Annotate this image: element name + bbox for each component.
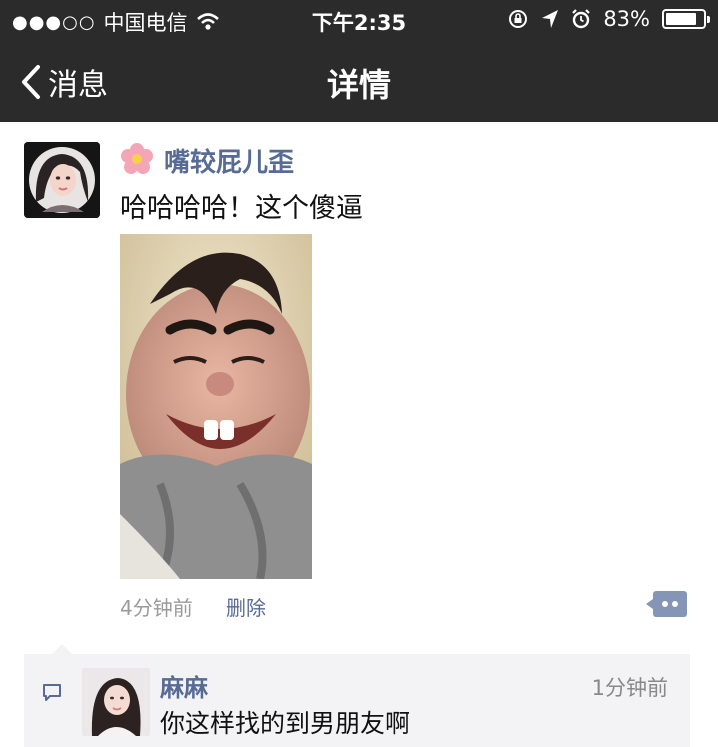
- poster-name[interactable]: 嘴较屁儿歪: [164, 142, 294, 179]
- comment-icon: [43, 684, 61, 701]
- orientation-lock-icon: [509, 10, 528, 28]
- more-options-icon[interactable]: [646, 591, 687, 617]
- location-arrow-icon: [542, 10, 559, 28]
- post-timestamp: 4分钟前: [120, 596, 193, 620]
- post-text: 哈哈哈哈！这个傻逼: [120, 193, 363, 224]
- battery-percent: 83%: [603, 7, 650, 31]
- comment-text[interactable]: 你这样找的到男朋友啊: [160, 704, 410, 740]
- delete-link[interactable]: 删除: [226, 592, 266, 621]
- status-bar: ●●●○○ 中国电信 下午2:35 83%: [0, 0, 718, 40]
- flower-icon: [121, 143, 153, 174]
- comment-section: 麻麻 1分钟前 你这样找的到男朋友啊: [24, 644, 690, 747]
- battery-icon: [662, 9, 710, 29]
- comment-timestamp: 1分钟前: [591, 676, 668, 700]
- alarm-icon: [572, 9, 591, 29]
- poster-avatar[interactable]: [24, 142, 100, 218]
- post-photo[interactable]: [120, 234, 312, 579]
- top-bar: ●●●○○ 中国电信 下午2:35 83% 消息 详情: [0, 0, 718, 122]
- commenter-avatar[interactable]: [82, 668, 150, 736]
- navigation-bar: 消息 详情: [0, 40, 718, 122]
- page-title: 详情: [326, 66, 391, 104]
- commenter-name[interactable]: 麻麻: [160, 668, 208, 703]
